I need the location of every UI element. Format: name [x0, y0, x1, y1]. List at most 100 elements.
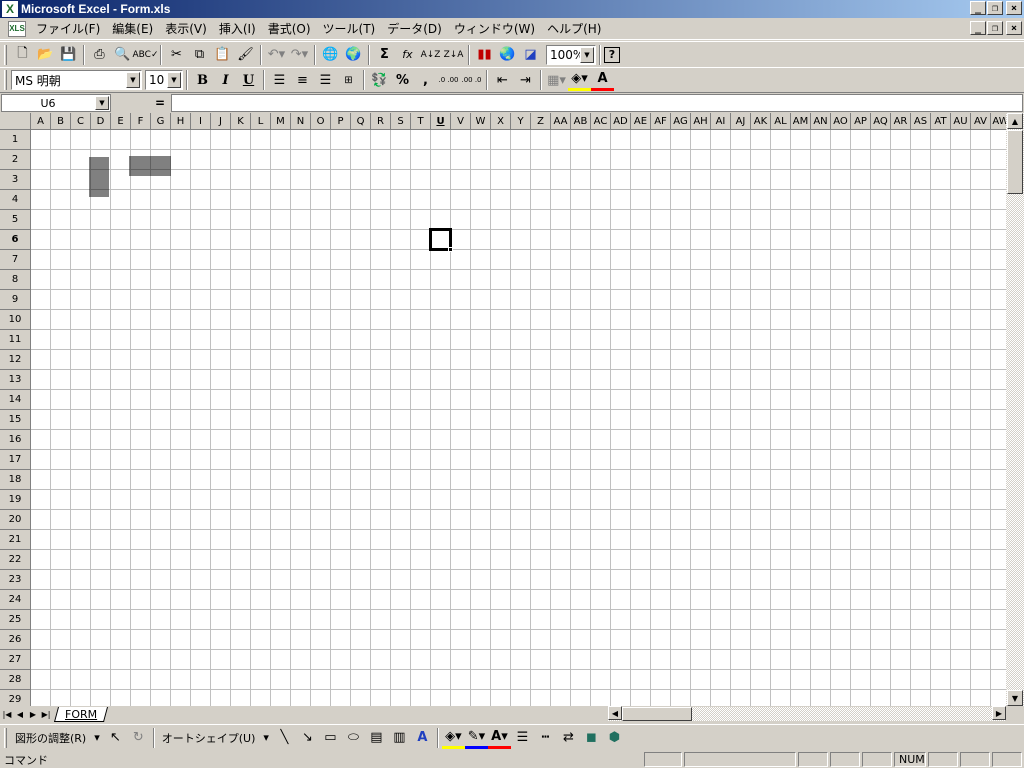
row-header-17[interactable]: 17	[0, 450, 31, 470]
fill-color-icon[interactable]: ◈▾	[568, 69, 591, 91]
column-header-AA[interactable]: AA	[551, 113, 571, 130]
menu-format[interactable]: 書式(O)	[262, 20, 317, 37]
scroll-right-button[interactable]: ▶	[992, 706, 1006, 720]
row-header-3[interactable]: 3	[0, 170, 31, 190]
scroll-left-button[interactable]: ◀	[608, 706, 622, 720]
bold-button[interactable]: B	[191, 69, 214, 91]
row-header-14[interactable]: 14	[0, 390, 31, 410]
column-header-A[interactable]: A	[31, 113, 51, 130]
row-header-19[interactable]: 19	[0, 490, 31, 510]
restore-button[interactable]: ❐	[987, 1, 1003, 15]
column-header-L[interactable]: L	[251, 113, 271, 130]
doc-restore-button[interactable]: ❐	[987, 21, 1003, 35]
column-header-AI[interactable]: AI	[711, 113, 731, 130]
menu-insert[interactable]: 挿入(I)	[213, 20, 262, 37]
format-painter-icon[interactable]: 🖌	[234, 44, 257, 66]
chart-wizard-icon[interactable]: ▮▮	[473, 44, 496, 66]
active-cell[interactable]	[429, 228, 453, 252]
drawing-icon[interactable]: ◪	[519, 44, 542, 66]
horizontal-scroll-thumb[interactable]	[622, 707, 692, 721]
line-icon[interactable]: ╲	[273, 727, 296, 749]
column-header-AT[interactable]: AT	[931, 113, 951, 130]
row-header-1[interactable]: 1	[0, 130, 31, 150]
arrow-style-icon[interactable]: ⇄	[557, 727, 580, 749]
new-icon[interactable]: 🗋	[11, 44, 34, 66]
row-header-11[interactable]: 11	[0, 330, 31, 350]
decrease-decimal-button[interactable]: .00 .0	[460, 69, 483, 91]
row-header-2[interactable]: 2	[0, 150, 31, 170]
column-header-H[interactable]: H	[171, 113, 191, 130]
column-header-P[interactable]: P	[331, 113, 351, 130]
column-header-W[interactable]: W	[471, 113, 491, 130]
help-icon[interactable]: ?	[604, 46, 620, 63]
row-header-9[interactable]: 9	[0, 290, 31, 310]
zoom-select[interactable]: 100% ▼	[546, 44, 596, 65]
font-color-icon[interactable]: A	[591, 69, 614, 91]
row-header-13[interactable]: 13	[0, 370, 31, 390]
percent-button[interactable]: %	[391, 69, 414, 91]
column-header-AV[interactable]: AV	[971, 113, 991, 130]
menu-window[interactable]: ウィンドウ(W)	[448, 20, 541, 37]
row-header-21[interactable]: 21	[0, 530, 31, 550]
align-right-icon[interactable]: ☰	[314, 69, 337, 91]
wordart-icon[interactable]: ▥	[388, 727, 411, 749]
column-header-AE[interactable]: AE	[631, 113, 651, 130]
comma-button[interactable]: ,	[414, 69, 437, 91]
scroll-up-button[interactable]: ▲	[1007, 113, 1023, 129]
column-header-AB[interactable]: AB	[571, 113, 591, 130]
decrease-indent-icon[interactable]: ⇤	[491, 69, 514, 91]
row-header-24[interactable]: 24	[0, 590, 31, 610]
column-header-AC[interactable]: AC	[591, 113, 611, 130]
vertical-scrollbar[interactable]: ▲ ▼	[1006, 113, 1024, 706]
row-header-22[interactable]: 22	[0, 550, 31, 570]
select-objects-icon[interactable]: ↖	[104, 727, 127, 749]
align-center-icon[interactable]: ≡	[291, 69, 314, 91]
chevron-down-icon[interactable]: ▾	[90, 731, 104, 744]
column-header-AL[interactable]: AL	[771, 113, 791, 130]
align-left-icon[interactable]: ☰	[268, 69, 291, 91]
column-header-D[interactable]: D	[91, 113, 111, 130]
menu-file[interactable]: ファイル(F)	[30, 20, 106, 37]
column-header-Z[interactable]: Z	[531, 113, 551, 130]
column-header-O[interactable]: O	[311, 113, 331, 130]
column-header-B[interactable]: B	[51, 113, 71, 130]
column-header-G[interactable]: G	[151, 113, 171, 130]
row-header-26[interactable]: 26	[0, 630, 31, 650]
column-header-E[interactable]: E	[111, 113, 131, 130]
column-header-AH[interactable]: AH	[691, 113, 711, 130]
column-header-I[interactable]: I	[191, 113, 211, 130]
currency-icon[interactable]: 💱	[368, 69, 391, 91]
print-preview-icon[interactable]: 🔍	[111, 44, 134, 66]
column-header-T[interactable]: T	[411, 113, 431, 130]
menu-edit[interactable]: 編集(E)	[106, 20, 159, 37]
autoshapes-button[interactable]: オートシェイプ(U)	[158, 730, 260, 746]
font-color-icon[interactable]: A▾	[487, 727, 511, 749]
map-icon[interactable]: 🌏	[496, 44, 519, 66]
menu-data[interactable]: データ(D)	[381, 20, 448, 37]
spelling-icon[interactable]: ABC✓	[133, 44, 159, 66]
minimize-button[interactable]: _	[970, 1, 986, 15]
italic-button[interactable]: I	[214, 69, 237, 91]
menu-tools[interactable]: ツール(T)	[317, 20, 382, 37]
row-header-16[interactable]: 16	[0, 430, 31, 450]
increase-decimal-button[interactable]: .0 .00	[437, 69, 460, 91]
column-header-AG[interactable]: AG	[671, 113, 691, 130]
sheet-tab-form[interactable]: FORM	[53, 706, 109, 722]
name-box[interactable]: U6 ▼	[1, 94, 111, 112]
row-header-12[interactable]: 12	[0, 350, 31, 370]
column-header-AU[interactable]: AU	[951, 113, 971, 130]
row-header-23[interactable]: 23	[0, 570, 31, 590]
column-header-R[interactable]: R	[371, 113, 391, 130]
chevron-down-icon[interactable]: ▼	[167, 72, 181, 88]
sort-ascending-icon[interactable]: A↓Z	[419, 44, 442, 66]
column-header-F[interactable]: F	[131, 113, 151, 130]
doc-close-button[interactable]: ×	[1006, 21, 1022, 35]
fill-color-icon[interactable]: ◈▾	[441, 727, 465, 749]
3d-icon[interactable]: ⬢	[603, 727, 626, 749]
open-icon[interactable]: 📂	[34, 44, 57, 66]
print-icon[interactable]: ⎙	[88, 44, 111, 66]
column-header-AM[interactable]: AM	[791, 113, 811, 130]
autosum-icon[interactable]: Σ	[373, 44, 396, 66]
insert-wordart-icon[interactable]: A	[411, 727, 434, 749]
paste-icon[interactable]: 📋	[211, 44, 234, 66]
